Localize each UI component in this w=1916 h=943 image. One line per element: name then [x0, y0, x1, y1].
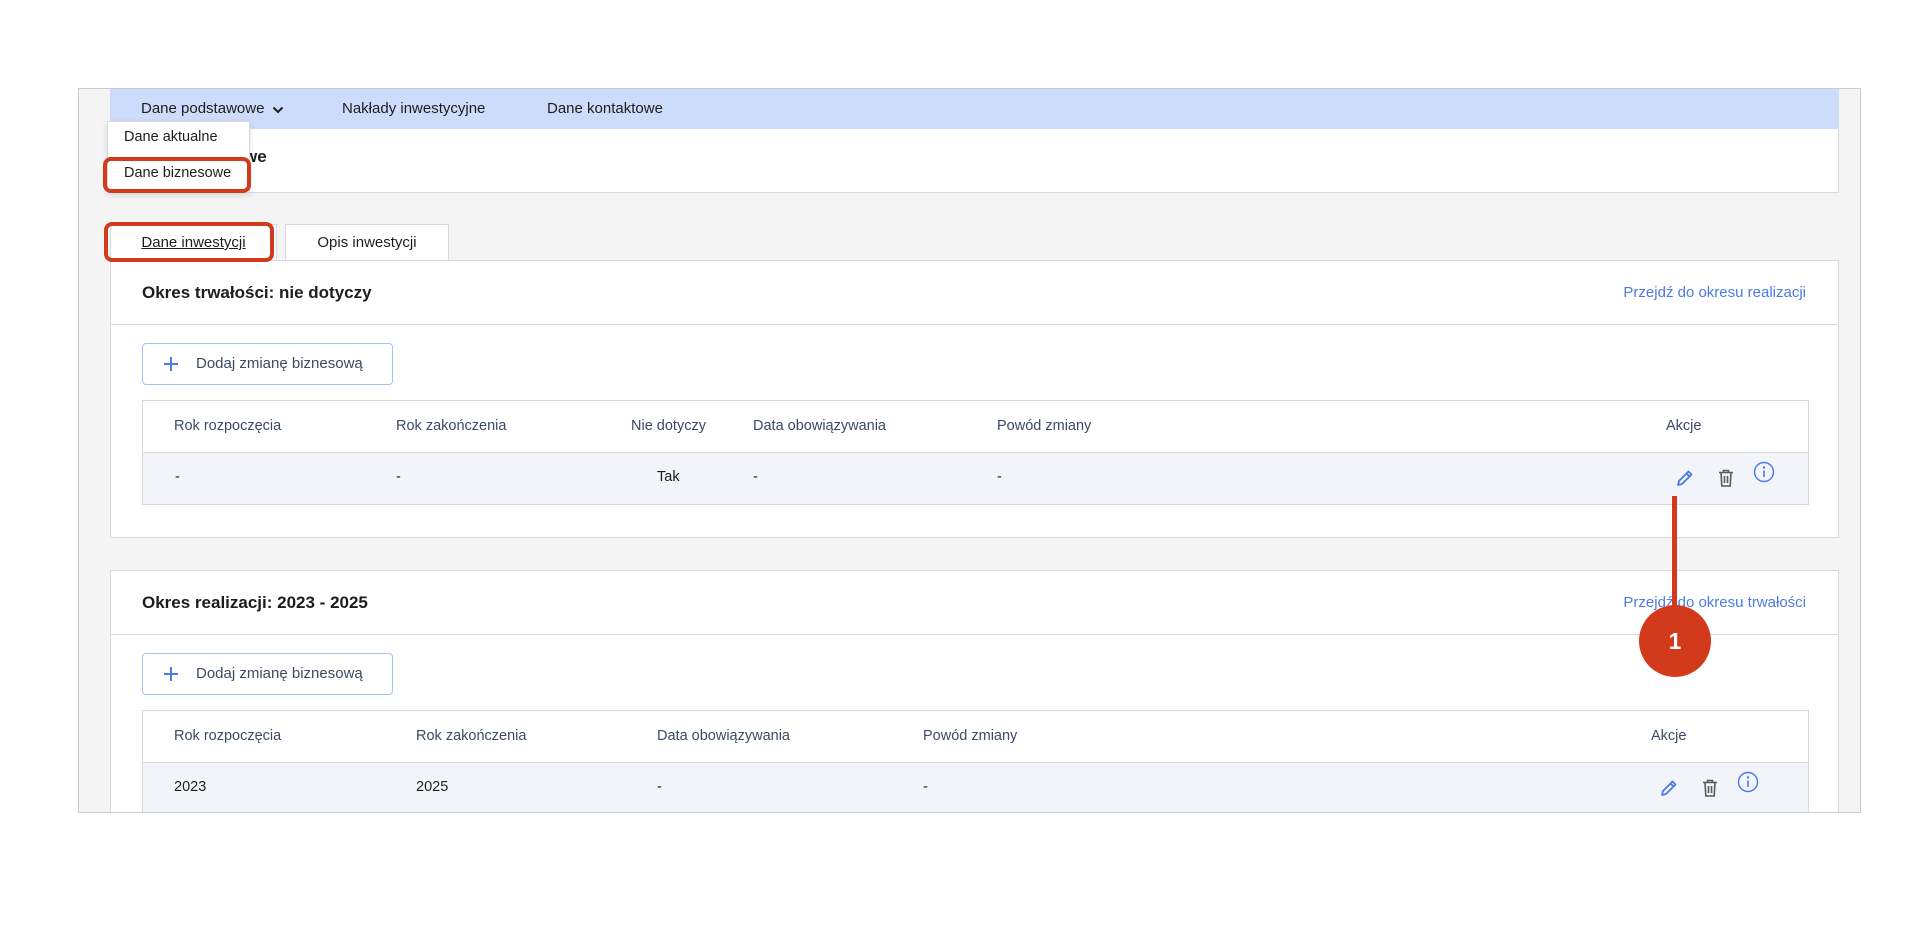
add-business-change-button[interactable]: Dodaj zmianę biznesową [142, 653, 393, 695]
cell-data-obowiazywania: - [753, 469, 758, 485]
table-header: Rok rozpoczęcia Rok zakończenia Nie doty… [143, 401, 1808, 453]
nav-item-label: Dane podstawowe [141, 100, 265, 117]
col-rok-rozpoczecia: Rok rozpoczęcia [174, 728, 282, 744]
add-button-label: Dodaj zmianę biznesową [196, 665, 363, 682]
callout-line [1672, 496, 1677, 608]
cell-powod-zmiany: - [997, 469, 1002, 485]
col-rok-zakonczenia: Rok zakończenia [416, 728, 527, 744]
trash-icon[interactable] [1701, 778, 1719, 803]
app-frame: Dane podstawowe Nakłady inwestycyjne Dan… [78, 88, 1861, 813]
nav-item-naklady-inwestycyjne[interactable]: Nakłady inwestycyjne [342, 89, 485, 129]
goto-realizacja-link[interactable]: Przejdź do okresu realizacji [1623, 284, 1806, 301]
page-header-panel: we [110, 129, 1839, 193]
dropdown-item-dane-aktualne[interactable]: Dane aktualne [124, 129, 218, 145]
cell-powod-zmiany: - [923, 779, 928, 795]
tab-label: Dane inwestycji [141, 234, 246, 251]
col-akcje: Akcje [1651, 728, 1687, 744]
info-icon[interactable] [1737, 771, 1759, 798]
section-okres-realizacji: Okres realizacji: 2023 - 2025 Przejdź do… [110, 570, 1839, 812]
tab-opis-inwestycji[interactable]: Opis inwestycji [285, 224, 449, 260]
add-business-change-button[interactable]: Dodaj zmianę biznesową [142, 343, 393, 385]
section1-table: Rok rozpoczęcia Rok zakończenia Nie doty… [142, 400, 1809, 505]
section-okres-trwalosci: Okres trwałości: nie dotyczy Przejdź do … [110, 260, 1839, 538]
cell-rok-rozpoczecia: 2023 [174, 779, 207, 795]
table-row: - - Tak - - [143, 453, 1808, 504]
edit-pencil-icon[interactable] [1659, 778, 1679, 803]
plus-icon [162, 355, 180, 377]
plus-icon [162, 665, 180, 687]
chevron-down-icon [272, 90, 284, 129]
trash-icon[interactable] [1717, 468, 1735, 493]
nav-item-dane-kontaktowe[interactable]: Dane kontaktowe [547, 89, 663, 129]
add-button-label: Dodaj zmianę biznesową [196, 355, 363, 372]
cell-rok-rozpoczecia: - [175, 469, 180, 485]
cell-rok-zakonczenia: 2025 [416, 779, 449, 795]
cell-rok-zakonczenia: - [396, 469, 401, 485]
col-data-obowiazywania: Data obowiązywania [753, 418, 886, 434]
table-header: Rok rozpoczęcia Rok zakończenia Data obo… [143, 711, 1808, 763]
section2-table: Rok rozpoczęcia Rok zakończenia Data obo… [142, 710, 1809, 812]
table-row: 2023 2025 - - [143, 763, 1808, 812]
section-header: Okres trwałości: nie dotyczy Przejdź do … [111, 261, 1838, 325]
top-nav-bar: Dane podstawowe Nakłady inwestycyjne Dan… [110, 89, 1839, 129]
info-icon[interactable] [1753, 461, 1775, 488]
col-powod-zmiany: Powód zmiany [997, 418, 1092, 434]
cell-nie-dotyczy: Tak [657, 469, 680, 485]
section-header: Okres realizacji: 2023 - 2025 Przejdź do… [111, 571, 1838, 635]
col-nie-dotyczy: Nie dotyczy [631, 418, 706, 434]
col-powod-zmiany: Powód zmiany [923, 728, 1018, 744]
dropdown-item-dane-biznesowe[interactable]: Dane biznesowe [124, 165, 231, 181]
cell-data-obowiazywania: - [657, 779, 662, 795]
goto-trwalosc-link[interactable]: Przejdź do okresu trwałości [1623, 594, 1806, 611]
edit-pencil-icon[interactable] [1675, 468, 1695, 493]
section-title: Okres trwałości: nie dotyczy [142, 283, 372, 302]
col-data-obowiazywania: Data obowiązywania [657, 728, 790, 744]
callout-badge-1: 1 [1639, 605, 1711, 677]
tab-label: Opis inwestycji [317, 234, 417, 251]
section-title: Okres realizacji: 2023 - 2025 [142, 593, 368, 612]
col-rok-zakonczenia: Rok zakończenia [396, 418, 507, 434]
tab-dane-inwestycji[interactable]: Dane inwestycji [110, 224, 277, 260]
col-akcje: Akcje [1666, 418, 1702, 434]
dane-podstawowe-dropdown: Dane aktualne Dane biznesowe [107, 121, 250, 193]
col-rok-rozpoczecia: Rok rozpoczęcia [174, 418, 282, 434]
